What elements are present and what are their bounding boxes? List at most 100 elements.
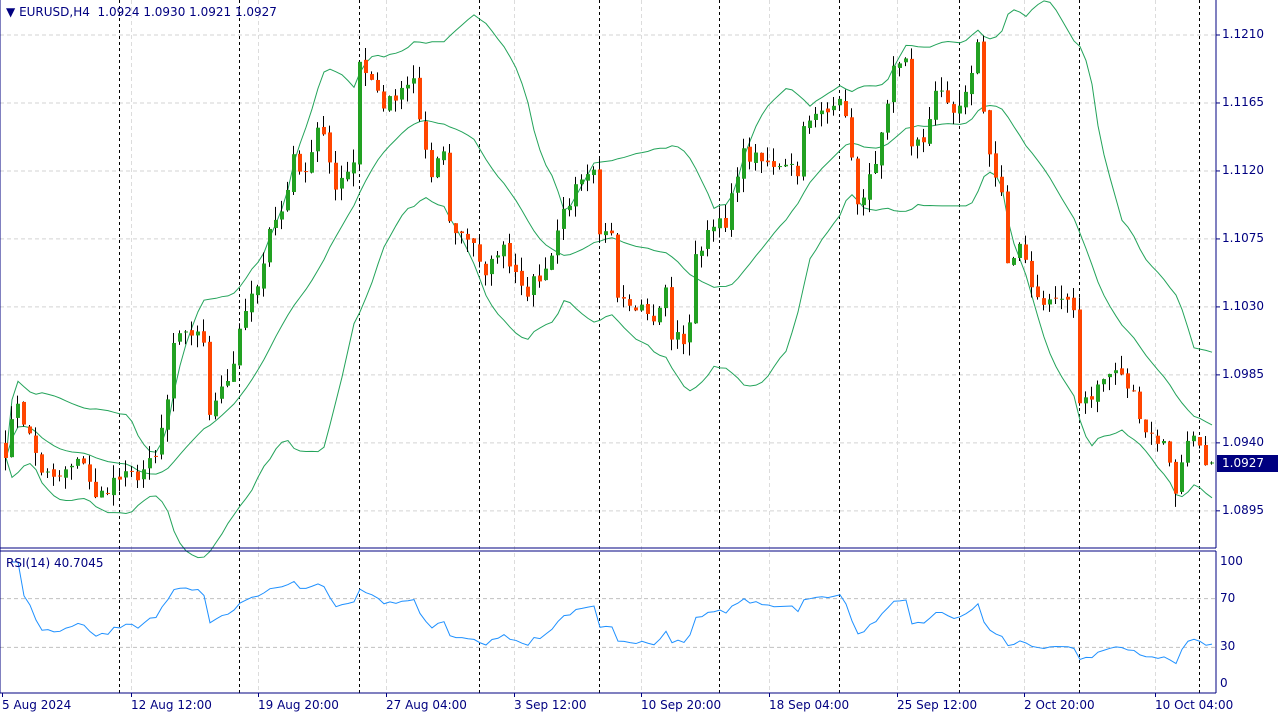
candle-bear bbox=[1024, 244, 1028, 260]
candle-bull bbox=[676, 332, 680, 340]
price-tick-label: 1.1030 bbox=[1222, 298, 1264, 313]
price-tick-label: 1.0940 bbox=[1222, 434, 1264, 449]
candle-bear bbox=[22, 401, 26, 425]
candle-bull bbox=[76, 458, 80, 466]
candle-bull bbox=[406, 84, 410, 89]
candle-bull bbox=[640, 304, 644, 311]
candle-bull bbox=[160, 427, 164, 455]
candle-bull bbox=[184, 331, 188, 333]
candle-bull bbox=[898, 63, 902, 68]
candle-bear bbox=[298, 153, 302, 172]
candle-bull bbox=[970, 72, 974, 95]
price-tick-label: 1.1165 bbox=[1222, 94, 1264, 109]
symbol-label: EURUSD,H4 bbox=[19, 5, 90, 19]
candle-bull bbox=[1114, 370, 1118, 374]
candle-bear bbox=[922, 137, 926, 143]
candle-bull bbox=[886, 103, 890, 133]
candle-bull bbox=[262, 263, 266, 289]
candle-bull bbox=[196, 331, 200, 336]
candle-bull bbox=[232, 363, 236, 382]
candle-bear bbox=[52, 469, 56, 477]
candle-bear bbox=[1000, 176, 1004, 193]
candle-bull bbox=[1162, 440, 1166, 444]
candle-bear bbox=[322, 126, 326, 135]
candle-bull bbox=[1048, 299, 1052, 305]
candle-bull bbox=[442, 151, 446, 161]
candle-bear bbox=[1198, 437, 1202, 446]
candle-bear bbox=[40, 454, 44, 473]
candle-bull bbox=[1186, 440, 1190, 463]
candle-bear bbox=[826, 108, 830, 113]
candle-bull bbox=[124, 471, 128, 478]
candle-bull bbox=[70, 465, 74, 468]
candle-bull bbox=[892, 65, 896, 103]
candle-bull bbox=[718, 218, 722, 229]
candle-bear bbox=[1072, 297, 1076, 311]
chart-frame bbox=[0, 0, 1217, 694]
candle-bear bbox=[130, 470, 134, 472]
candle-bull bbox=[928, 119, 932, 144]
candle-bear bbox=[1066, 296, 1070, 300]
candle-bear bbox=[988, 110, 992, 155]
candle-bull bbox=[1096, 384, 1100, 402]
candle-bull bbox=[358, 61, 362, 165]
candle-bull bbox=[742, 148, 746, 179]
candle-bear bbox=[760, 152, 764, 162]
candle-bear bbox=[850, 117, 854, 158]
candle-bull bbox=[280, 211, 284, 220]
time-tick-label: 10 Sep 20:00 bbox=[641, 698, 722, 712]
bollinger-upper-band bbox=[5, 0, 1213, 459]
candle-bull bbox=[220, 386, 224, 399]
candle-bear bbox=[4, 442, 8, 458]
candle-bear bbox=[370, 74, 374, 80]
rsi-tick-label: 100 bbox=[1220, 554, 1243, 568]
candle-bear bbox=[382, 91, 386, 109]
price-tick-label: 1.1120 bbox=[1222, 162, 1264, 177]
candle-bull bbox=[706, 230, 710, 249]
candle-bull bbox=[544, 268, 548, 281]
collapse-triangle-icon[interactable]: ▼ bbox=[6, 5, 15, 19]
candle-bear bbox=[598, 169, 602, 235]
candle-bull bbox=[1210, 462, 1214, 464]
time-tick-label: 12 Aug 12:00 bbox=[131, 698, 212, 712]
candle-bull bbox=[1108, 373, 1112, 378]
candle-bull bbox=[46, 471, 50, 473]
candle-bull bbox=[778, 166, 782, 168]
candle-bull bbox=[244, 310, 248, 328]
period-separators bbox=[119, 0, 1200, 693]
candle-bull bbox=[1192, 435, 1196, 442]
candle-bull bbox=[346, 171, 350, 180]
candle-bull bbox=[550, 255, 554, 270]
time-tick-label: 5 Aug 2024 bbox=[2, 698, 72, 712]
candle-bull bbox=[1084, 397, 1088, 404]
candle-bear bbox=[526, 286, 530, 297]
candle-bear bbox=[508, 243, 512, 267]
candle-bear bbox=[58, 475, 62, 477]
candle-bear bbox=[538, 275, 542, 282]
candle-bull bbox=[268, 228, 272, 263]
ohlc-values: 1.0924 1.0930 1.0921 1.0927 bbox=[97, 5, 277, 19]
candle-bull bbox=[916, 139, 920, 146]
price-tick-label: 1.0895 bbox=[1222, 502, 1264, 517]
candle-bull bbox=[880, 132, 884, 166]
candle-bear bbox=[844, 101, 848, 117]
candle-bull bbox=[1018, 243, 1022, 259]
candle-bull bbox=[310, 152, 314, 173]
candle-bear bbox=[190, 330, 194, 336]
candle-bear bbox=[28, 426, 32, 434]
candle-bull bbox=[820, 110, 824, 115]
candle-bull bbox=[784, 164, 788, 167]
candle-bear bbox=[682, 333, 686, 345]
candle-bull bbox=[904, 58, 908, 63]
candle-bear bbox=[154, 455, 158, 457]
candle-bull bbox=[214, 400, 218, 417]
candle-bear bbox=[454, 223, 458, 234]
price-tick-label: 1.0985 bbox=[1222, 366, 1264, 381]
candle-bull bbox=[580, 179, 584, 185]
candle-bear bbox=[418, 77, 422, 120]
rsi-label: RSI(14) 40.7045 bbox=[6, 556, 104, 570]
price-tick-label: 1.1210 bbox=[1222, 27, 1264, 41]
candle-bull bbox=[532, 276, 536, 296]
candle-bear bbox=[304, 171, 308, 173]
candle-bull bbox=[556, 230, 560, 256]
